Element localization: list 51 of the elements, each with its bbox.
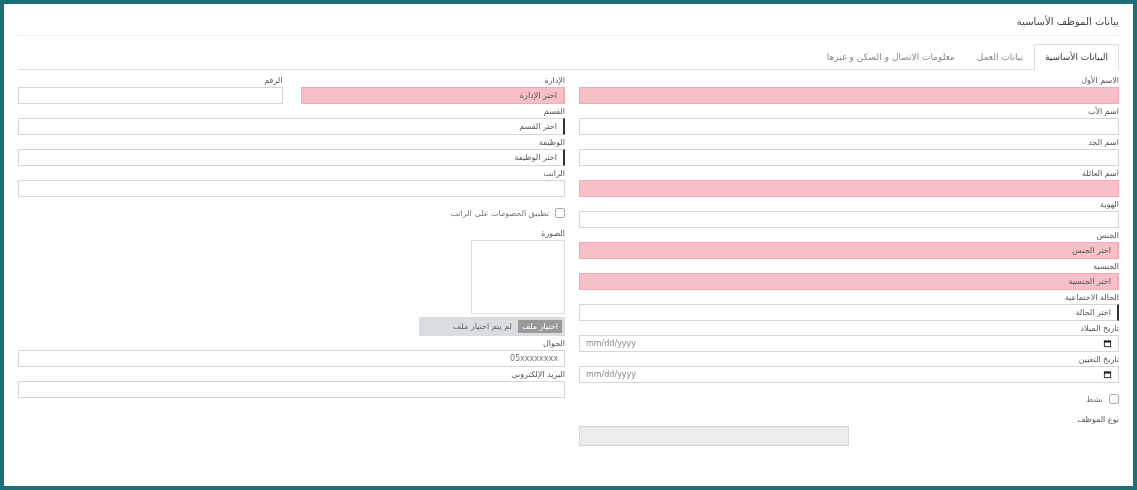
field-label: الهوية — [1100, 200, 1119, 209]
field-label: الجوال — [543, 339, 565, 348]
field-label: نوع الموظف — [1077, 415, 1119, 424]
date-placeholder: mm/dd/yyyy — [586, 339, 637, 348]
select-field[interactable]: اختر الجنس — [579, 242, 1119, 259]
input-field[interactable]: 05xxxxxxxx — [18, 350, 565, 367]
field-label: الإدارة — [544, 76, 565, 85]
page-title: بيانات الموظف الأساسية — [18, 4, 1119, 36]
field-label: اسم الجد — [1088, 138, 1119, 147]
input-field[interactable] — [18, 87, 283, 104]
select-field[interactable]: اختر الجنسية — [579, 273, 1119, 290]
input-field[interactable] — [579, 87, 1119, 104]
file-input[interactable]: اختيار ملف لم يتم اختيار ملف — [419, 317, 565, 336]
field-label: اسم الأب — [1087, 107, 1119, 116]
field-label: البريد الإلكتروني — [511, 370, 565, 379]
calendar-icon[interactable] — [1103, 339, 1112, 348]
field-label: الجنسية — [1092, 262, 1119, 271]
field-label: الرقم — [264, 76, 283, 85]
field-label: تاريخ الميلاد — [1080, 324, 1119, 333]
field-label: الوظيفة — [539, 138, 565, 147]
select-field[interactable]: اختر الوظيفة — [18, 149, 565, 166]
field-label: تاريخ التعيين — [1078, 355, 1119, 364]
select-field[interactable]: اختر الحالة — [579, 304, 1119, 321]
select-field[interactable]: اختر الإدارة — [300, 87, 565, 104]
tab[interactable]: معلومات الاتصال و السكن و غيرها — [815, 44, 966, 69]
file-status: لم يتم اختيار ملف — [453, 322, 512, 331]
date-field[interactable]: mm/dd/yyyy — [579, 335, 1119, 352]
field-label: الاسم الأول — [1081, 76, 1119, 85]
checkbox-label: تطبيق الخصومات على الراتب — [450, 208, 549, 218]
field-label: الصورة — [541, 229, 565, 238]
input-field[interactable] — [579, 211, 1119, 228]
date-placeholder: mm/dd/yyyy — [586, 370, 637, 379]
input-field[interactable] — [18, 180, 565, 197]
select-field[interactable]: اختر القسم — [18, 118, 565, 135]
date-field[interactable]: mm/dd/yyyy — [579, 366, 1119, 383]
field-label: الجنس — [1096, 231, 1119, 240]
field-label: القسم — [543, 107, 565, 116]
choose-file-button[interactable]: اختيار ملف — [517, 320, 562, 333]
checkbox[interactable] — [1109, 394, 1119, 404]
calendar-icon[interactable] — [1103, 370, 1112, 379]
field-label: اسم العائلة — [1082, 169, 1119, 178]
field-label: الحالة الاجتماعية — [1064, 293, 1119, 302]
checkbox[interactable] — [555, 208, 565, 218]
input-field[interactable] — [579, 180, 1119, 197]
input-field[interactable] — [579, 149, 1119, 166]
tab[interactable]: بيانات العمل — [965, 44, 1034, 69]
field-label: الراتب — [543, 169, 565, 178]
input-field[interactable] — [579, 118, 1119, 135]
checkbox-label: نشط — [1086, 394, 1103, 404]
input-field[interactable] — [18, 381, 565, 398]
tab[interactable]: البيانات الأساسية — [1034, 44, 1119, 70]
